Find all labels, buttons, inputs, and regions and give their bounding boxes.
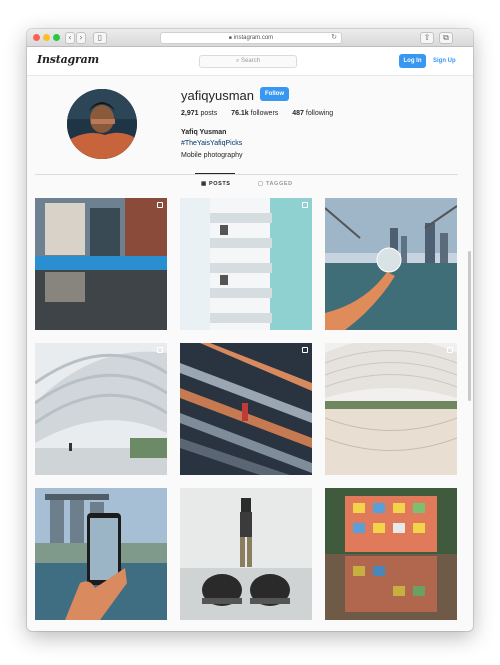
grid-icon: ▦ <box>201 181 207 187</box>
share-button[interactable]: ⇧ <box>420 32 434 44</box>
stat-following[interactable]: 487 following <box>292 110 333 117</box>
back-button[interactable]: ‹ <box>65 32 75 44</box>
lock-icon: ■ <box>228 35 232 41</box>
browser-titlebar: ‹ › ▯ ■ instagram.com ↻ ⇧ ⧉ <box>27 29 473 47</box>
post-tile[interactable] <box>180 198 312 330</box>
multiple-photos-icon <box>157 202 163 208</box>
sidebar-toggle-button[interactable]: ▯ <box>93 32 107 44</box>
post-tile[interactable] <box>325 488 457 620</box>
instagram-logo[interactable]: Instagram <box>37 53 99 66</box>
profile-username: yafiqyusman <box>181 88 254 103</box>
search-input[interactable]: ⌕ Search <box>199 55 297 68</box>
avatar[interactable] <box>67 89 137 159</box>
address-text: instagram.com <box>233 35 274 41</box>
instagram-header: Instagram ⌕ Search Log In Sign Up <box>27 47 473 76</box>
post-tile[interactable] <box>180 488 312 620</box>
browser-window: ‹ › ▯ ■ instagram.com ↻ ⇧ ⧉ Instagram ⌕ S… <box>27 29 473 631</box>
post-tile[interactable] <box>180 343 312 475</box>
profile-full-name: Yafiq Yusman <box>181 129 227 136</box>
multiple-photos-icon <box>302 347 308 353</box>
reload-icon[interactable]: ↻ <box>331 33 337 43</box>
tab-tagged[interactable]: ▢ TAGGED <box>258 181 293 187</box>
multiple-photos-icon <box>157 347 163 353</box>
profile-stats: 2,971 posts 76.1k followers 487 followin… <box>181 110 345 117</box>
search-placeholder: Search <box>241 58 261 64</box>
page-scrollbar[interactable] <box>468 251 471 401</box>
close-window-button[interactable] <box>33 34 40 41</box>
active-tab-indicator <box>195 173 235 174</box>
minimize-window-button[interactable] <box>43 34 50 41</box>
post-tile[interactable] <box>35 488 167 620</box>
tabs-button[interactable]: ⧉ <box>439 32 453 44</box>
address-bar[interactable]: ■ instagram.com ↻ <box>160 32 342 44</box>
signup-link[interactable]: Sign Up <box>433 54 456 68</box>
search-icon: ⌕ <box>235 58 240 64</box>
tabs-divider <box>35 174 458 175</box>
follow-button[interactable]: Follow <box>260 87 289 101</box>
profile-hashtag-link[interactable]: #TheYaisYafiqPicks <box>181 140 242 147</box>
profile-bio: Mobile photography <box>181 152 243 159</box>
post-tile[interactable] <box>325 198 457 330</box>
stat-followers[interactable]: 76.1k followers <box>231 110 278 117</box>
multiple-photos-icon <box>447 347 453 353</box>
stat-posts[interactable]: 2,971 posts <box>181 110 217 117</box>
tab-posts[interactable]: ▦ POSTS <box>201 181 231 187</box>
tag-icon: ▢ <box>258 181 264 187</box>
forward-button[interactable]: › <box>76 32 86 44</box>
post-tile[interactable] <box>35 343 167 475</box>
post-tile[interactable] <box>35 198 167 330</box>
zoom-window-button[interactable] <box>53 34 60 41</box>
post-tile[interactable] <box>325 343 457 475</box>
multiple-photos-icon <box>302 202 308 208</box>
login-button[interactable]: Log In <box>399 54 426 68</box>
